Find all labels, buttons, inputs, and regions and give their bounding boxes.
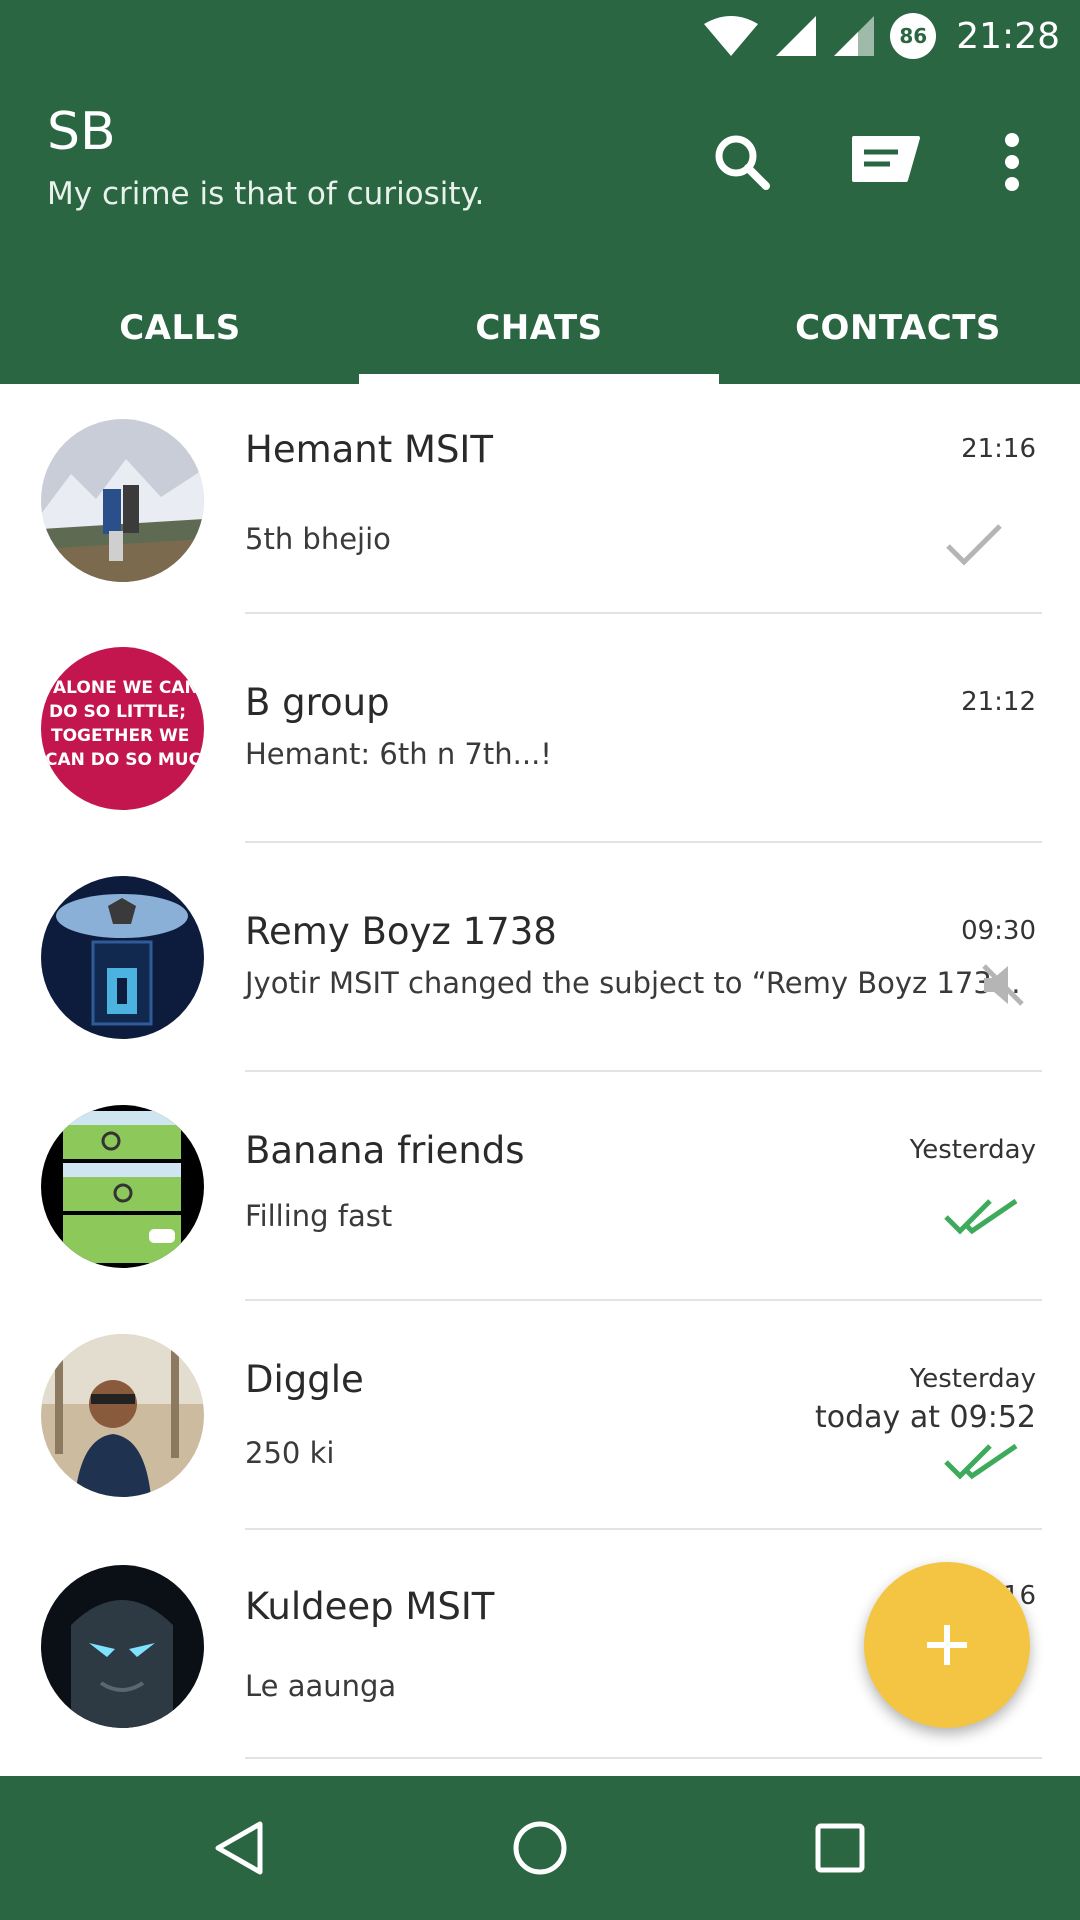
chat-time: 21:16 <box>961 434 1036 464</box>
search-icon <box>715 135 770 190</box>
avatar <box>41 1565 204 1728</box>
plus-icon <box>927 1625 967 1665</box>
status-time: 21:28 <box>956 15 1060 57</box>
muted-icon <box>982 964 1024 1006</box>
app-title: SB <box>47 102 116 162</box>
avatar-text: DO SO LITTLE; <box>49 702 186 722</box>
more-vert-icon <box>1005 133 1019 191</box>
avatar: ALONE WE CAN DO SO LITTLE; TOGETHER WE C… <box>41 647 204 810</box>
chat-message: Jyotir MSIT changed the subject to “Remy… <box>245 966 1021 1000</box>
new-chat-fab[interactable] <box>864 1562 1030 1728</box>
app-bar: SB My crime is that of curiosity. CALLS … <box>0 72 1080 384</box>
tab-indicator <box>359 374 719 384</box>
tab-contacts[interactable]: CONTACTS <box>718 272 1078 384</box>
avatar-text: ALONE WE CAN <box>53 678 199 698</box>
read-double-tick-icon <box>944 1198 1018 1235</box>
chat-message: Filling fast <box>245 1199 393 1233</box>
chat-row[interactable]: Remy Boyz 1738 Jyotir MSIT changed the s… <box>0 842 1080 1072</box>
avatar-text: CAN DO SO MUCH <box>45 750 204 770</box>
app-subtitle: My crime is that of curiosity. <box>47 176 485 212</box>
status-bar: 86 21:28 <box>0 0 1080 72</box>
tab-bar: CALLS CHATS CONTACTS <box>0 272 1080 384</box>
chat-row[interactable]: Banana friends Filling fast Yesterday <box>0 1071 1080 1301</box>
signal-icon <box>834 16 875 56</box>
battery-icon: 86 <box>890 13 937 59</box>
avatar <box>41 1334 204 1497</box>
chat-message: 5th bhejio <box>245 522 391 556</box>
chat-row[interactable]: Hemant MSIT 5th bhejio 21:16 <box>0 384 1080 614</box>
wifi-icon <box>704 16 759 56</box>
chat-name: Remy Boyz 1738 <box>245 910 557 953</box>
chat-time: 09:30 <box>961 916 1036 946</box>
read-double-tick-icon <box>944 1443 1018 1480</box>
avatar <box>41 876 204 1039</box>
chat-time-secondary: today at 09:52 <box>815 1400 1036 1435</box>
more-options-button[interactable] <box>972 122 1052 202</box>
chat-name: Banana friends <box>245 1129 525 1172</box>
chat-row[interactable]: ALONE WE CAN DO SO LITTLE; TOGETHER WE C… <box>0 613 1080 843</box>
chat-message: 250 ki <box>245 1436 335 1470</box>
sent-tick-icon <box>946 524 1002 566</box>
recents-icon <box>815 1823 865 1873</box>
new-chat-icon <box>852 136 920 182</box>
battery-level: 86 <box>899 24 928 48</box>
back-icon <box>215 1821 263 1875</box>
back-button[interactable] <box>200 1808 280 1888</box>
avatar <box>41 1105 204 1268</box>
chat-time: Yesterday <box>909 1364 1036 1394</box>
chat-row[interactable]: Diggle 250 ki Yesterday today at 09:52 <box>0 1300 1080 1530</box>
chat-time: 21:12 <box>961 687 1036 717</box>
new-chat-button[interactable] <box>846 122 926 202</box>
chat-time: Yesterday <box>909 1135 1036 1165</box>
chat-name: Hemant MSIT <box>245 428 493 471</box>
avatar <box>41 419 204 582</box>
search-button[interactable] <box>702 122 782 202</box>
home-button[interactable] <box>500 1808 580 1888</box>
signal-icon <box>776 16 817 56</box>
navigation-bar <box>0 1776 1080 1920</box>
avatar-text: TOGETHER WE <box>51 726 189 746</box>
tab-chats[interactable]: CHATS <box>359 272 719 384</box>
row-divider <box>245 1757 1042 1759</box>
tab-calls[interactable]: CALLS <box>0 272 360 384</box>
recents-button[interactable] <box>800 1808 880 1888</box>
chat-name: B group <box>245 681 390 724</box>
chat-name: Diggle <box>245 1358 364 1401</box>
chat-name: Kuldeep MSIT <box>245 1585 495 1628</box>
chat-message: Hemant: 6th n 7th...! <box>245 737 552 771</box>
chat-message: Le aaunga <box>245 1669 397 1703</box>
home-icon <box>513 1821 567 1875</box>
